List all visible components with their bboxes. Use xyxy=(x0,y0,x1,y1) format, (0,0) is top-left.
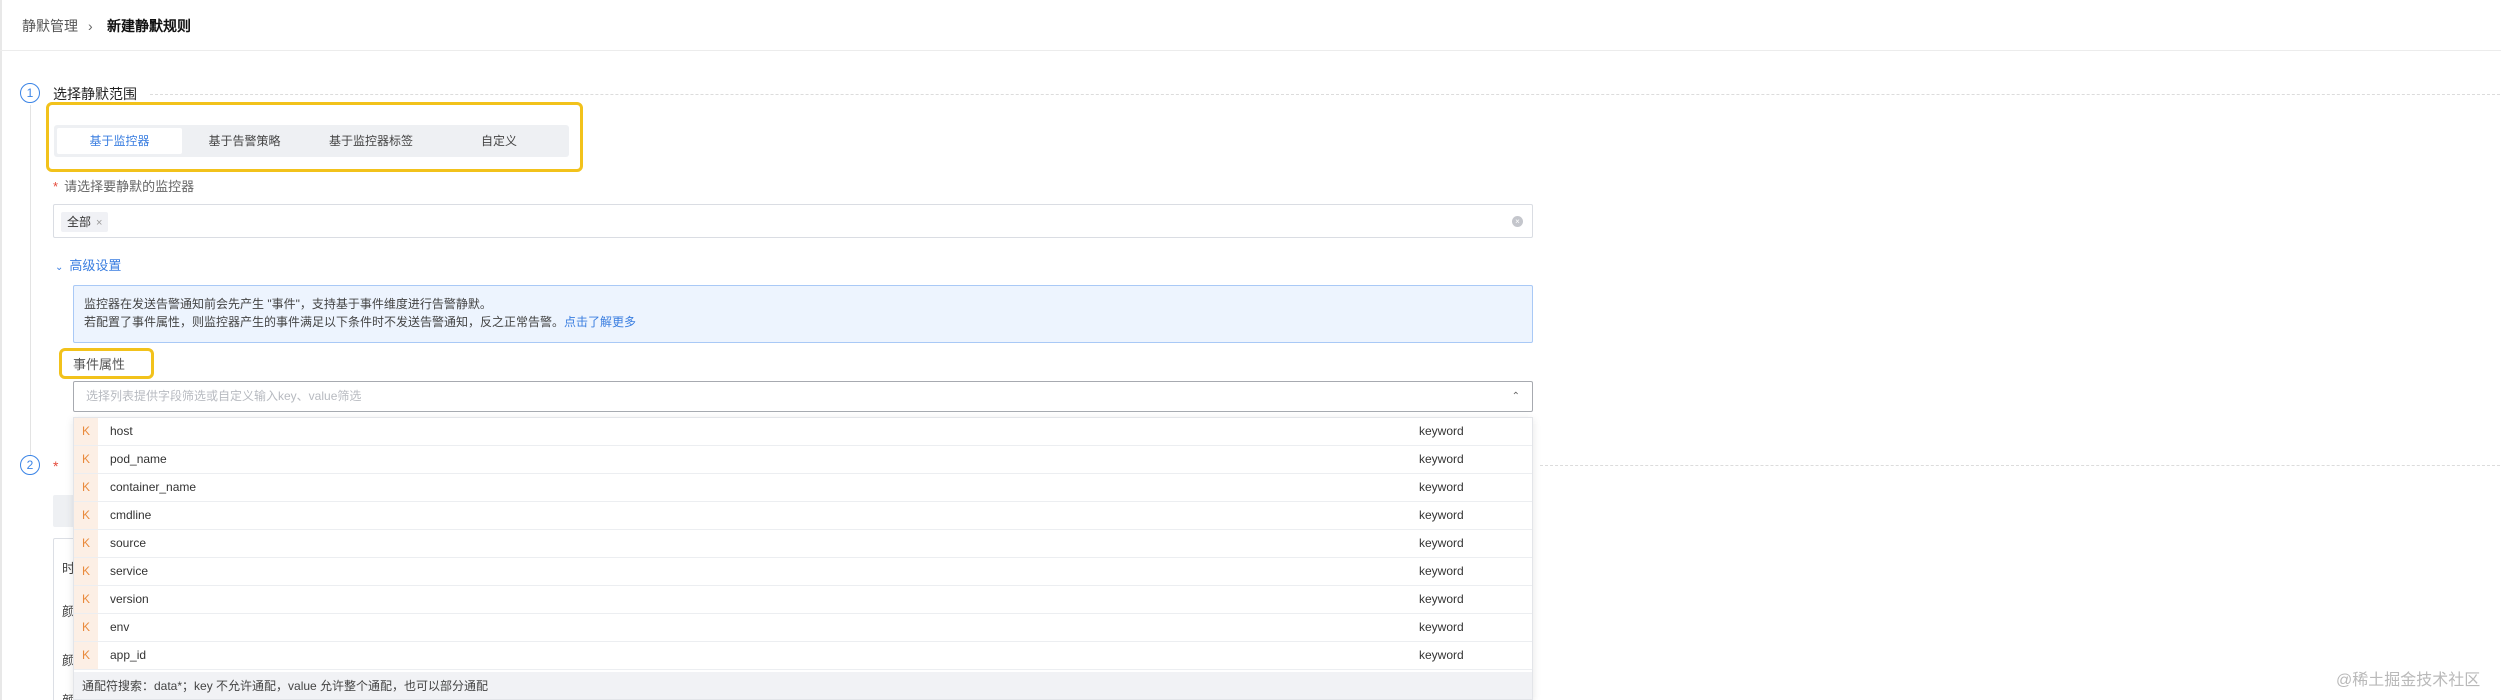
option-name: source xyxy=(110,536,147,550)
tab-alert-policy[interactable]: 基于告警策略 xyxy=(182,128,307,154)
event-attr-placeholder: 选择列表提供字段筛选或自定义输入key、value筛选 xyxy=(86,389,362,403)
monitor-select[interactable]: 全部 × × xyxy=(53,204,1533,238)
dropdown-option[interactable]: Kservice keyword xyxy=(74,558,1532,586)
option-type: keyword xyxy=(1419,508,1464,522)
page-title: 新建静默规则 xyxy=(107,18,191,34)
step-2-number: 2 xyxy=(20,455,40,475)
required-mark: * xyxy=(53,179,59,194)
keyword-badge-icon: K xyxy=(74,474,98,501)
option-name: env xyxy=(110,620,130,634)
step-1-title: 选择静默范围 xyxy=(53,86,137,102)
breadcrumb-parent-link[interactable]: 静默管理 xyxy=(22,17,78,35)
option-type: keyword xyxy=(1419,564,1464,578)
option-type: keyword xyxy=(1419,620,1464,634)
step-2-divider xyxy=(1540,465,2500,466)
keyword-badge-icon: K xyxy=(74,530,98,557)
tag-label: 全部 xyxy=(67,215,92,229)
keyword-badge-icon: K xyxy=(74,614,98,641)
option-type: keyword xyxy=(1419,536,1464,550)
selected-tag-all: 全部 × xyxy=(61,212,109,232)
breadcrumb-chevron-icon: › xyxy=(88,18,93,34)
dropdown-option[interactable]: Ksource keyword xyxy=(74,530,1532,558)
option-name: container_name xyxy=(110,480,197,494)
clear-icon[interactable]: × xyxy=(1512,216,1523,227)
option-type: keyword xyxy=(1419,592,1464,606)
tab-custom[interactable]: 自定义 xyxy=(435,128,563,154)
event-attr-input[interactable]: 选择列表提供字段筛选或自定义输入key、value筛选 ⌃ xyxy=(73,381,1533,412)
tab-monitor-tags[interactable]: 基于监控器标签 xyxy=(307,128,435,154)
watermark: @稀土掘金技术社区 xyxy=(2336,672,2481,689)
info-line-2-text: 若配置了事件属性，则监控器产生的事件满足以下条件时不发送告警通知，反之正常告警。 xyxy=(84,315,565,329)
monitor-field-label-text: 请选择要静默的监控器 xyxy=(64,179,195,194)
keyword-badge-icon: K xyxy=(74,642,98,669)
option-type: keyword xyxy=(1419,452,1464,466)
event-attr-label: 事件属性 xyxy=(73,357,126,372)
scope-tabs: 基于监控器 基于告警策略 基于监控器标签 自定义 xyxy=(54,125,569,157)
keyword-badge-icon: K xyxy=(74,558,98,585)
advanced-settings-toggle[interactable]: ⌄ 高级设置 xyxy=(55,258,121,276)
dropdown-option[interactable]: Kapp_id keyword xyxy=(74,642,1532,670)
option-name: app_id xyxy=(110,648,147,662)
info-line-2: 若配置了事件属性，则监控器产生的事件满足以下条件时不发送告警通知，反之正常告警。… xyxy=(84,315,636,330)
page-header: 静默管理 › 新建静默规则 xyxy=(0,0,2501,51)
keyword-badge-icon: K xyxy=(74,586,98,613)
dropdown-option[interactable]: Kversion keyword xyxy=(74,586,1532,614)
dropdown-option[interactable]: Kcmdline keyword xyxy=(74,502,1532,530)
keyword-badge-icon: K xyxy=(74,502,98,529)
chevron-down-icon: ⌄ xyxy=(55,262,64,273)
option-name: pod_name xyxy=(110,452,167,466)
dropdown-option[interactable]: Kpod_name keyword xyxy=(74,446,1532,474)
tab-monitor[interactable]: 基于监控器 xyxy=(57,128,182,154)
left-divider xyxy=(0,0,2,700)
step-2-title: * xyxy=(53,458,59,474)
option-name: host xyxy=(110,424,133,438)
info-line-1: 监控器在发送告警通知前会先产生 "事件"，支持基于事件维度进行告警静默。 xyxy=(84,297,492,311)
tag-remove-icon[interactable]: × xyxy=(96,217,102,229)
advanced-settings-label: 高级设置 xyxy=(69,258,122,273)
option-name: version xyxy=(110,592,149,606)
keyword-badge-icon: K xyxy=(74,418,98,445)
dropdown-option[interactable]: Khost keyword xyxy=(74,418,1532,446)
option-name: service xyxy=(110,564,149,578)
option-type: keyword xyxy=(1419,424,1464,438)
option-name: cmdline xyxy=(110,508,152,522)
dropdown-footer-hint: 通配符搜索：data*；key 不允许通配，value 允许整个通配，也可以部分… xyxy=(74,672,1532,699)
monitor-field-label: * 请选择要静默的监控器 xyxy=(53,179,194,195)
page: 静默管理 › 新建静默规则 1 选择静默范围 基于监控器 基于告警策略 基于监控… xyxy=(0,0,2501,700)
step-1-number: 1 xyxy=(20,83,40,103)
keyword-badge-icon: K xyxy=(74,446,98,473)
step-1-divider xyxy=(150,94,2500,95)
dropdown-option[interactable]: Kenv keyword xyxy=(74,614,1532,642)
option-type: keyword xyxy=(1419,648,1464,662)
step-connector xyxy=(30,105,31,455)
event-attr-dropdown: Khost keyword Kpod_name keyword Kcontainer… xyxy=(73,417,1533,700)
option-type: keyword xyxy=(1419,480,1464,494)
info-alert: 监控器在发送告警通知前会先产生 "事件"，支持基于事件维度进行告警静默。 若配置… xyxy=(73,285,1533,343)
chevron-up-icon[interactable]: ⌃ xyxy=(1512,382,1520,411)
learn-more-link[interactable]: 点击了解更多 xyxy=(564,315,636,329)
dropdown-option[interactable]: Kcontainer_name keyword xyxy=(74,474,1532,502)
